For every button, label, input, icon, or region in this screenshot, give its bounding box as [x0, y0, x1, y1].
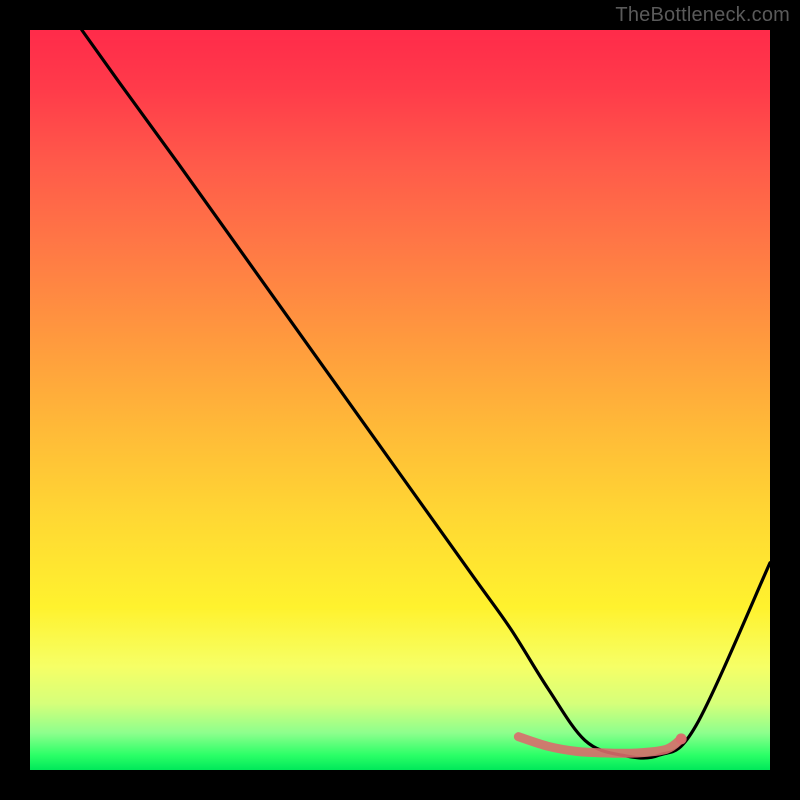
chart-svg: [30, 30, 770, 770]
bottleneck-curve: [82, 30, 770, 758]
optimal-range-marker: [518, 737, 681, 754]
optimal-range-end-dot: [676, 733, 687, 744]
chart-frame: TheBottleneck.com: [0, 0, 800, 800]
plot-area: [30, 30, 770, 770]
watermark-text: TheBottleneck.com: [615, 4, 790, 27]
